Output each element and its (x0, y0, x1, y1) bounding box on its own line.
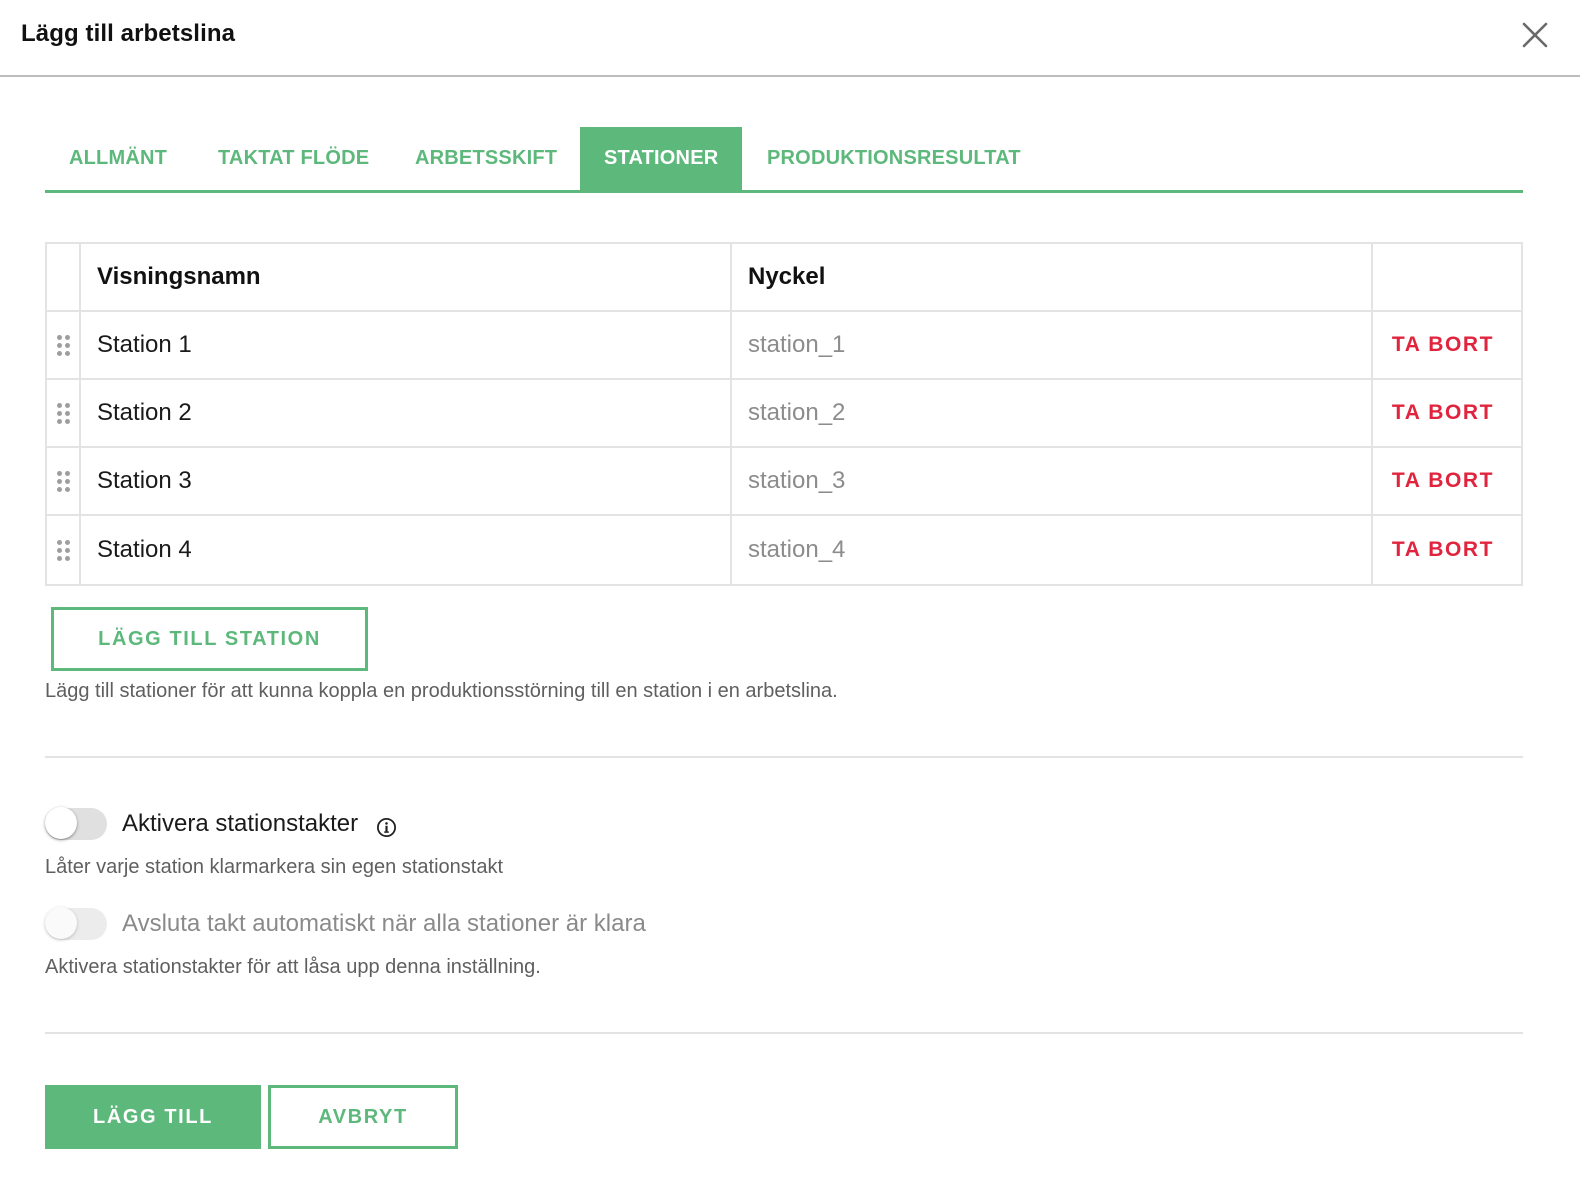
column-header-key: Nyckel (732, 244, 1373, 310)
table-row: Station 2 station_2 TA BORT (47, 380, 1521, 448)
station-name-cell[interactable]: Station 4 (81, 516, 732, 584)
tab-allmant[interactable]: ALLMÄNT (45, 127, 191, 190)
tab-taktat-flode[interactable]: TAKTAT FLÖDE (194, 127, 393, 190)
close-icon[interactable] (1518, 18, 1552, 52)
remove-station-button[interactable]: TA BORT (1392, 333, 1502, 357)
table-header-row: Visningsnamn Nyckel (47, 244, 1521, 312)
table-row: Station 3 station_3 TA BORT (47, 448, 1521, 516)
submit-button[interactable]: LÄGG TILL (45, 1085, 261, 1149)
dialog-title: Lägg till arbetslina (21, 20, 236, 47)
info-icon[interactable] (376, 817, 397, 838)
station-key-cell[interactable]: station_1 (732, 312, 1373, 378)
station-name-cell[interactable]: Station 2 (81, 380, 732, 446)
auto-finish-helper-text: Aktivera stationstakter för att låsa upp… (45, 956, 541, 978)
drag-handle-icon[interactable] (47, 380, 81, 446)
drag-handle-icon[interactable] (47, 448, 81, 514)
station-takts-helper-text: Låter varje station klarmarkera sin egen… (45, 856, 503, 878)
action-cell: TA BORT (1373, 448, 1521, 514)
toggle-knob (45, 907, 77, 939)
drag-handle-icon[interactable] (47, 516, 81, 584)
add-station-button[interactable]: LÄGG TILL STATION (51, 607, 368, 671)
station-name-cell[interactable]: Station 1 (81, 312, 732, 378)
action-cell: TA BORT (1373, 312, 1521, 378)
remove-station-button[interactable]: TA BORT (1392, 538, 1502, 562)
action-cell: TA BORT (1373, 380, 1521, 446)
cancel-button[interactable]: AVBRYT (268, 1085, 458, 1149)
add-station-helper-text: Lägg till stationer för att kunna koppla… (45, 680, 838, 702)
toggle-knob (45, 807, 77, 839)
action-header-cell (1373, 244, 1521, 310)
dialog-header: Lägg till arbetslina (0, 0, 1580, 77)
station-key-cell[interactable]: station_4 (732, 516, 1373, 584)
station-name-cell[interactable]: Station 3 (81, 448, 732, 514)
tab-bar: ALLMÄNT TAKTAT FLÖDE ARBETSSKIFT STATION… (45, 127, 1523, 193)
handle-header-cell (47, 244, 81, 310)
station-key-cell[interactable]: station_2 (732, 380, 1373, 446)
tab-stationer[interactable]: STATIONER (580, 127, 743, 190)
auto-finish-toggle[interactable] (45, 907, 107, 940)
table-row: Station 4 station_4 TA BORT (47, 516, 1521, 584)
column-header-name: Visningsnamn (81, 244, 732, 310)
table-row: Station 1 station_1 TA BORT (47, 312, 1521, 380)
action-cell: TA BORT (1373, 516, 1521, 584)
section-divider (45, 756, 1523, 758)
station-takts-toggle[interactable] (45, 807, 107, 840)
station-key-cell[interactable]: station_3 (732, 448, 1373, 514)
station-takts-label: Aktivera stationstakter (122, 810, 359, 837)
auto-finish-label: Avsluta takt automatiskt när alla statio… (122, 910, 646, 937)
stations-table: Visningsnamn Nyckel Station 1 station_1 … (45, 242, 1523, 586)
remove-station-button[interactable]: TA BORT (1392, 401, 1502, 425)
drag-handle-icon[interactable] (47, 312, 81, 378)
footer-divider (45, 1032, 1523, 1034)
tab-arbetsskift[interactable]: ARBETSSKIFT (391, 127, 581, 190)
remove-station-button[interactable]: TA BORT (1392, 469, 1502, 493)
tab-produktionsresultat[interactable]: PRODUKTIONSRESULTAT (743, 127, 1045, 190)
